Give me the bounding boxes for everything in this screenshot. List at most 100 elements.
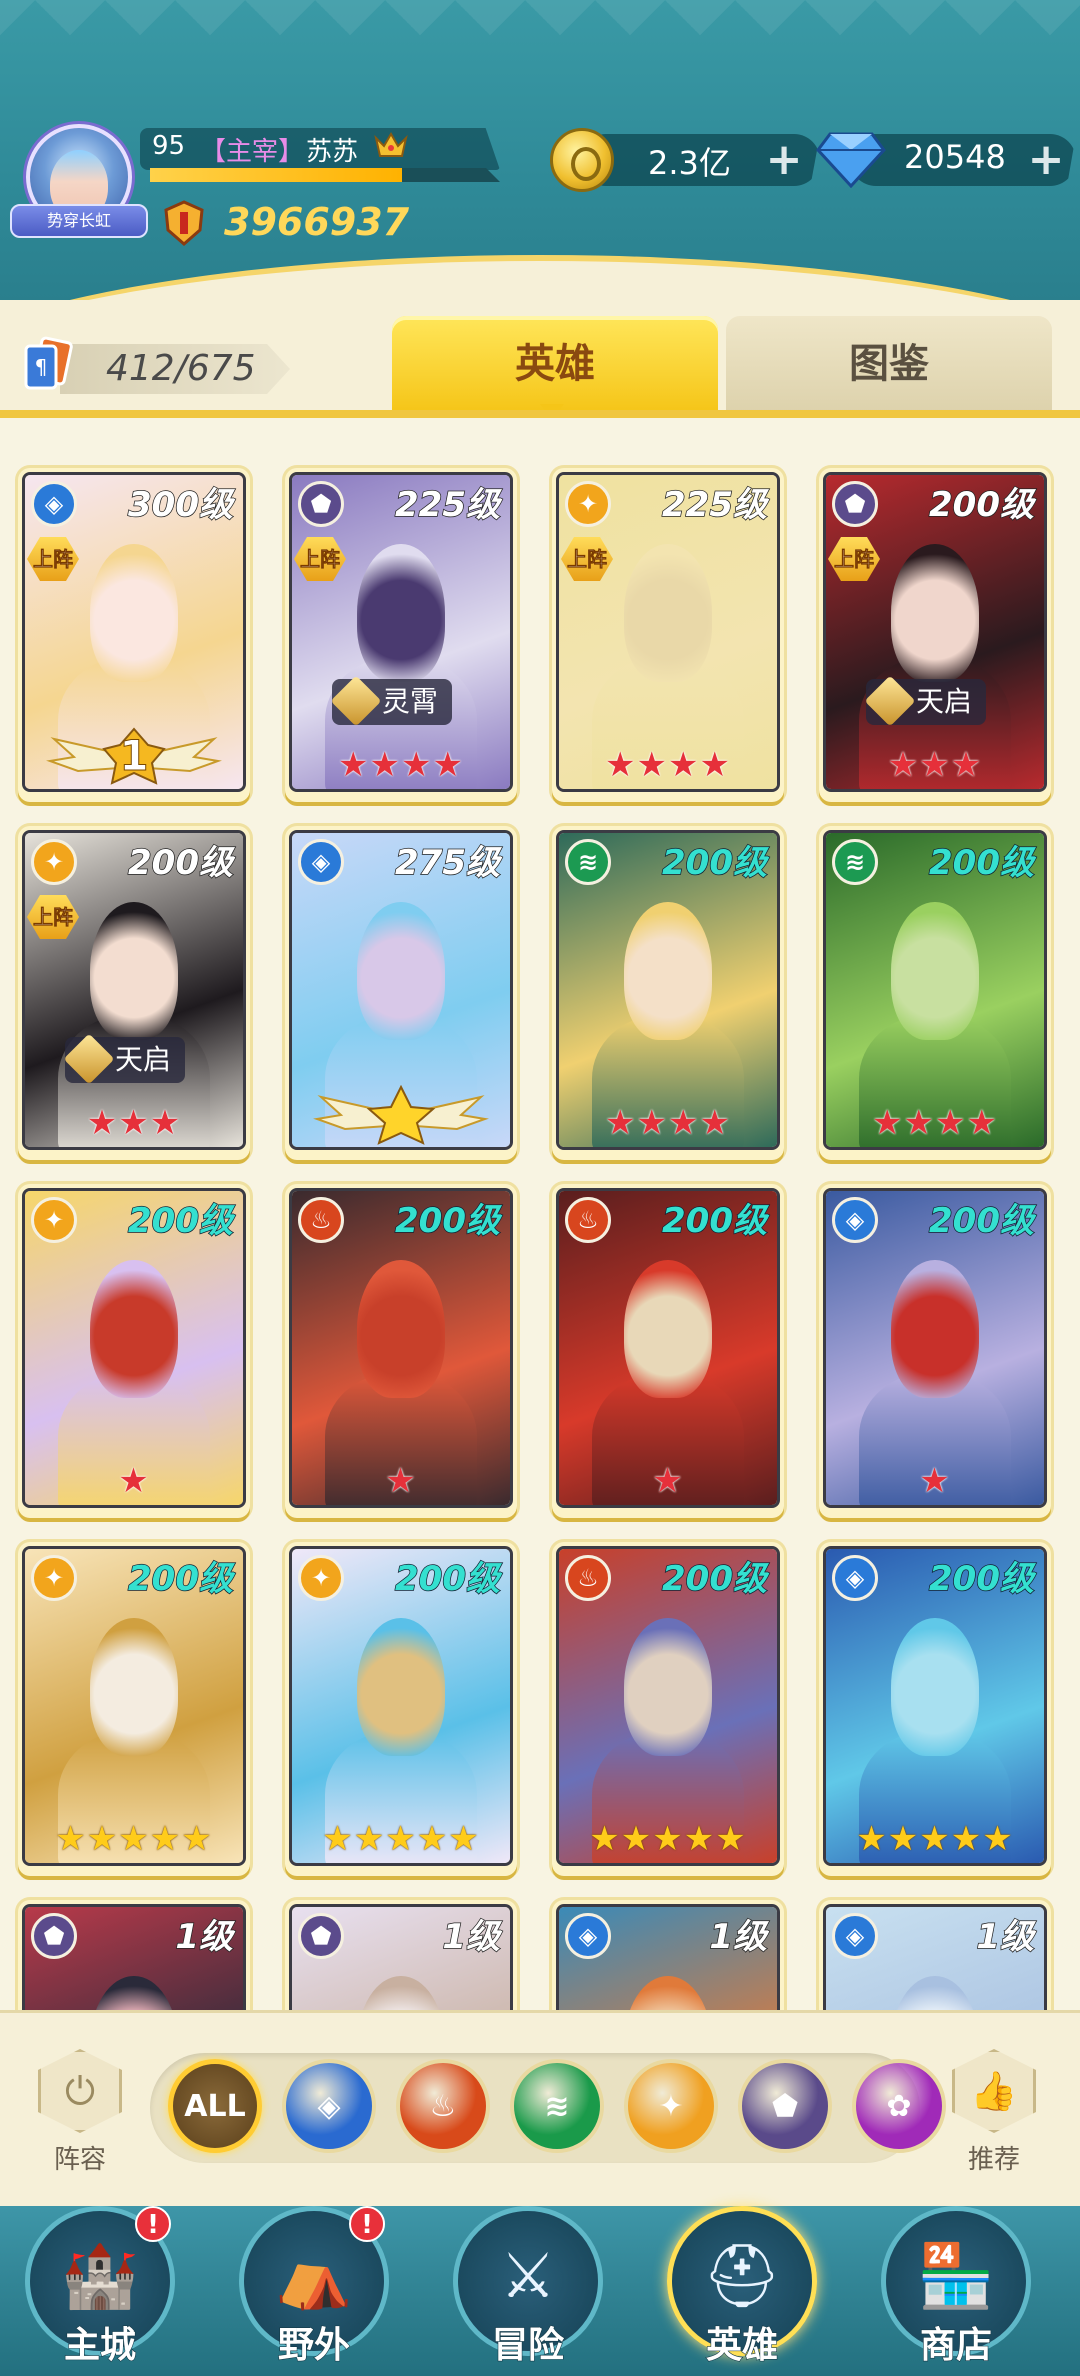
hero-cards-icon: ¶ [24, 336, 73, 390]
hero-level: 200级 [127, 842, 233, 884]
hero-level: 200级 [661, 842, 767, 884]
nav-icon: ⛺ [275, 2239, 353, 2312]
skin-tag: 天启 [65, 1037, 186, 1083]
hero-level: 225级 [661, 484, 767, 526]
hero-level: 1级 [442, 1916, 501, 1958]
water-element-icon: ◈ [31, 481, 77, 527]
hero-card[interactable]: ◈ 1级 [552, 1900, 784, 2010]
filter-all-button[interactable]: ALL [168, 2059, 262, 2153]
filter-all-label: ALL [184, 2088, 246, 2124]
hero-portrait: ✦ 200级 上阵 天启 ★★★ [22, 830, 246, 1150]
top-header: 势穿长虹 95 【主宰】 苏苏 3966937 2.3亿 + 20548 + [0, 0, 1080, 300]
combat-power-icon [164, 200, 204, 246]
hero-level: 200级 [928, 1558, 1034, 1600]
star-rating: ★★★★★ [55, 1819, 213, 1859]
star-rating: ★ [652, 1461, 684, 1501]
hero-card[interactable]: ⬟ 225级 上阵 灵霄 ★★★★ [285, 468, 517, 802]
hero-figure-head [891, 1260, 979, 1399]
nav-item[interactable]: ⛺ 野外! [229, 2206, 399, 2376]
player-name: 苏苏 [306, 137, 359, 167]
filter-light-button[interactable]: ✦ [624, 2059, 718, 2153]
star-rating: ★★★★ [605, 1103, 731, 1143]
add-diamond-icon[interactable]: + [1026, 138, 1066, 182]
filter-water-button[interactable]: ◈ [282, 2059, 376, 2153]
hero-card[interactable]: ≋ 200级 ★★★★ [819, 826, 1051, 1160]
hero-card[interactable]: ⬟ 1级 [18, 1900, 250, 2010]
hero-level: 1级 [709, 1916, 768, 1958]
water-element-icon: ◈ [317, 2088, 341, 2124]
hero-level: 200级 [127, 1200, 233, 1242]
add-gold-icon[interactable]: + [764, 138, 804, 182]
star-rating: ★★★★★ [856, 1819, 1014, 1859]
nav-item[interactable]: ⚔ 冒险 [443, 2206, 613, 2376]
hero-card[interactable]: ◈ 275级 [285, 826, 517, 1160]
water-element-icon: ◈ [832, 1555, 878, 1601]
star-rating: ★★★★ [872, 1103, 998, 1143]
hero-level: 1级 [175, 1916, 234, 1958]
filter-fire-button[interactable]: ♨ [396, 2059, 490, 2153]
filter-chaos-button[interactable]: ✿ [852, 2059, 946, 2153]
hero-card[interactable]: ✦ 200级 ★ [18, 1184, 250, 1518]
star-rating: ★ [919, 1461, 951, 1501]
tab-codex[interactable]: 图鉴 [726, 316, 1052, 412]
fire-element-icon: ♨ [565, 1555, 611, 1601]
hero-level: 300级 [127, 484, 233, 526]
player-title: 【主宰】 [200, 137, 305, 167]
hero-portrait: ⬟ 1级 [22, 1904, 246, 2010]
hero-portrait: ♨ 200级 ★★★★★ [556, 1546, 780, 1866]
crown-icon [374, 132, 408, 157]
hero-card[interactable]: ⬟ 200级 上阵 天启 ★★★ [819, 468, 1051, 802]
hero-figure-head [624, 544, 712, 683]
nav-label: 英雄 [705, 2324, 778, 2366]
hero-card[interactable]: ✦ 200级 ★★★★★ [18, 1542, 250, 1876]
avatar-ribbon: 势穿长虹 [10, 204, 148, 238]
awakened-star-badge [313, 1085, 489, 1145]
nav-icon: ⚔ [500, 2239, 556, 2312]
hero-card[interactable]: ♨ 200级 ★ [285, 1184, 517, 1518]
hero-level: 275级 [394, 842, 500, 884]
hero-portrait: ⬟ 225级 上阵 灵霄 ★★★★ [289, 472, 513, 792]
hero-card[interactable]: ✦ 200级 上阵 天启 ★★★ [18, 826, 250, 1160]
hero-portrait: ⬟ 1级 [289, 1904, 513, 2010]
hero-card[interactable]: ✦ 225级 上阵 ★★★★ [552, 468, 784, 802]
lineup-icon: ⏻ [38, 2049, 122, 2133]
hero-figure-head [624, 1260, 712, 1399]
nav-item[interactable]: 🏪 商店 [871, 2206, 1041, 2376]
hero-level: 1级 [976, 1916, 1035, 1958]
hero-portrait: ◈ 200级 ★★★★★ [823, 1546, 1047, 1866]
tab-heroes[interactable]: 英雄 [392, 316, 718, 412]
nav-item[interactable]: 🏰 主城! [15, 2206, 185, 2376]
gold-coin-icon [550, 128, 614, 192]
filter-wind-button[interactable]: ≋ [510, 2059, 604, 2153]
star-rating: ★★★ [887, 745, 983, 785]
wind-element-icon: ≋ [565, 839, 611, 885]
hero-card[interactable]: ◈ 1级 [819, 1900, 1051, 2010]
hero-card[interactable]: ⬟ 1级 [285, 1900, 517, 2010]
recommend-button[interactable]: 👍 推荐 [944, 2049, 1044, 2189]
hero-card[interactable]: ◈ 200级 ★ [819, 1184, 1051, 1518]
nav-item[interactable]: ⛑ 英雄 [657, 2206, 827, 2376]
hero-card[interactable]: ♨ 200级 ★★★★★ [552, 1542, 784, 1876]
star-rating: ★★★★ [605, 745, 731, 785]
hero-portrait: ≋ 200级 ★★★★ [823, 830, 1047, 1150]
filter-dark-button[interactable]: ⬟ [738, 2059, 832, 2153]
hero-portrait: ✦ 200级 ★★★★★ [289, 1546, 513, 1866]
nav-icon: 🏪 [917, 2239, 995, 2312]
fire-element-icon: ♨ [298, 1197, 344, 1243]
hero-card[interactable]: ◈ 300级 上阵 1 [18, 468, 250, 802]
hero-level: 225级 [394, 484, 500, 526]
element-filter-bar: ⏻ 阵容 ALL ◈ ♨ ≋ ✦ ⬟ ✿ 👍 推荐 [0, 2010, 1080, 2206]
rank-number: 1 [119, 731, 149, 781]
player-avatar[interactable]: 势穿长虹 [10, 120, 148, 250]
hero-figure-head [624, 1618, 712, 1757]
light-element-icon: ✦ [31, 839, 77, 885]
lineup-button[interactable]: ⏻ 阵容 [30, 2049, 130, 2189]
hero-card[interactable]: ◈ 200级 ★★★★★ [819, 1542, 1051, 1876]
hero-card[interactable]: ≋ 200级 ★★★★ [552, 826, 784, 1160]
hero-card[interactable]: ♨ 200级 ★ [552, 1184, 784, 1518]
hero-card[interactable]: ✦ 200级 ★★★★★ [285, 1542, 517, 1876]
water-element-icon: ◈ [832, 1913, 878, 1959]
hero-figure-head [891, 902, 979, 1041]
dark-element-icon: ⬟ [771, 2088, 799, 2124]
star-rating: ★ [385, 1461, 417, 1501]
